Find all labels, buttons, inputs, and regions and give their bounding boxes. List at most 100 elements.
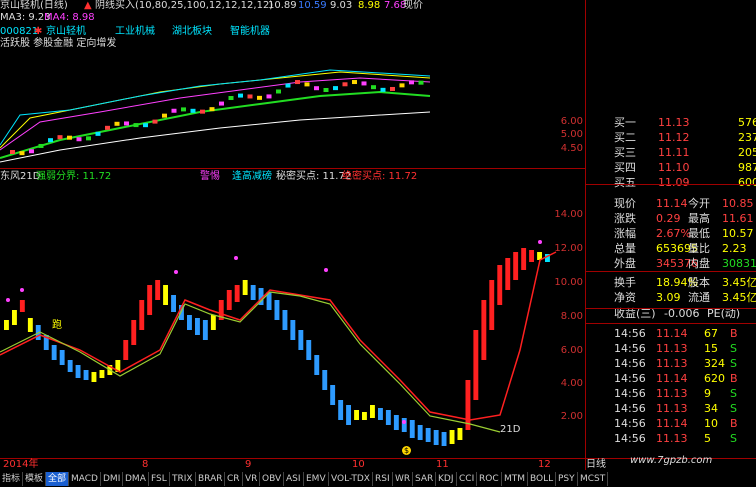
tab-vr[interactable]: VR <box>243 472 261 486</box>
tab-roc[interactable]: ROC <box>477 472 502 486</box>
tab-cci[interactable]: CCI <box>457 472 478 486</box>
tab-macd[interactable]: MACD <box>69 472 101 486</box>
upper-marker-31 <box>304 82 310 87</box>
indicator-bar-61 <box>489 280 495 330</box>
bid-row-1-price: 11.12 <box>658 131 690 144</box>
trade-row-0-side: B <box>730 327 738 340</box>
trade-row-5-price: 11.13 <box>656 402 688 415</box>
alert-dot-4 <box>324 268 328 272</box>
indicator-bar-7 <box>59 350 65 365</box>
watermark: www.7gpzb.com <box>630 455 713 466</box>
indicator-bar-24 <box>195 318 200 335</box>
stock-code[interactable]: 000821 <box>0 26 38 38</box>
bid-row-1-vol: 237 <box>738 131 756 144</box>
tab-指标[interactable]: 指标 <box>0 472 24 486</box>
axis-month-11: 11 <box>436 459 449 470</box>
indicator-bar-48 <box>385 410 391 425</box>
trade-row-6-vol: 10 <box>704 417 718 430</box>
tab-模板[interactable]: 模板 <box>23 472 47 486</box>
indicator-bar-42 <box>338 400 344 420</box>
indicator-bar-63 <box>505 258 511 290</box>
upper-marker-7 <box>76 137 82 142</box>
axis-month-12: 12 <box>538 459 551 470</box>
stock-tag-industry[interactable]: 工业机械 <box>115 26 155 38</box>
indicator-bar-62 <box>497 265 503 305</box>
upper-marker-2 <box>29 149 34 154</box>
trade-row-2-vol: 324 <box>704 357 725 370</box>
tab-wr[interactable]: WR <box>393 472 414 486</box>
indicator-bar-18 <box>147 285 153 315</box>
trade-row-3-vol: 620 <box>704 372 725 385</box>
tab-trix[interactable]: TRIX <box>170 472 196 486</box>
chart-canvas[interactable] <box>0 0 585 460</box>
moving-average-line-1 <box>0 90 431 159</box>
stat2-row-0-label: 换手 <box>614 276 636 289</box>
tab-emv[interactable]: EMV <box>304 472 329 486</box>
trade-row-4-side: S <box>730 387 737 400</box>
bid-row-0-price: 11.13 <box>658 116 690 129</box>
upper-marker-34 <box>333 86 338 91</box>
indicator-bar-3 <box>27 318 33 332</box>
stock-tag-name[interactable]: 京山轻机 <box>46 26 86 38</box>
indicator-bar-41 <box>330 385 336 405</box>
trade-row-1-vol: 15 <box>704 342 718 355</box>
tab-全部[interactable]: 全部 <box>46 472 70 486</box>
dollar-signal-icon: $ <box>402 446 411 455</box>
stock-tag-region[interactable]: 湖北板块 <box>172 26 212 38</box>
tab-brar[interactable]: BRAR <box>196 472 226 486</box>
upper-marker-3 <box>38 143 44 148</box>
axis-year: 2014年 <box>3 459 39 470</box>
tab-fsl[interactable]: FSL <box>149 472 170 486</box>
upper-marker-43 <box>418 80 424 85</box>
tab-sar[interactable]: SAR <box>413 472 437 486</box>
indicator-value-3: 9.03 <box>330 0 353 11</box>
upper-marker-16 <box>162 113 167 118</box>
indicator-bar-8 <box>67 360 73 372</box>
stat-row-1-value2: 11.61 <box>722 212 754 225</box>
upper-marker-35 <box>342 82 348 87</box>
indicator-bar-51 <box>409 420 415 438</box>
trade-row-4-time: 14:56 <box>614 387 646 400</box>
tab-boll[interactable]: BOLL <box>528 472 557 486</box>
tab-kdj[interactable]: KDJ <box>436 472 457 486</box>
upper-marker-13 <box>133 123 139 128</box>
trade-row-3-price: 11.14 <box>656 372 688 385</box>
upper-marker-0 <box>10 150 15 154</box>
tab-vol-tdx[interactable]: VOL-TDX <box>329 472 373 486</box>
trade-row-1-time: 14:56 <box>614 342 646 355</box>
period-label[interactable]: 日线 <box>586 459 606 471</box>
upper-tick-5: 5.00 <box>560 129 583 140</box>
tab-psy[interactable]: PSY <box>556 472 578 486</box>
tab-mcst[interactable]: MCST <box>578 472 609 486</box>
chase-label: 逢高减磅 <box>232 171 272 182</box>
tab-rsi[interactable]: RSI <box>373 472 393 486</box>
bid-row-1-label: 买二 <box>614 131 636 144</box>
upper-marker-38 <box>371 85 376 90</box>
trade-row-0-price: 11.14 <box>656 327 688 340</box>
indicator-bar-0 <box>4 320 9 330</box>
tab-cr[interactable]: CR <box>225 472 243 486</box>
indicator-bar-38 <box>306 340 312 360</box>
upper-marker-30 <box>295 80 300 85</box>
pe-label: PE(动) <box>707 307 741 320</box>
lower-tick-4: 4.00 <box>560 378 583 389</box>
stock-tag-concept[interactable]: 智能机器 <box>230 26 270 38</box>
upper-marker-23 <box>228 96 234 101</box>
indicator-bar-45 <box>362 412 367 420</box>
stat-row-0-value2: 10.85 <box>722 197 754 210</box>
trade-row-1-price: 11.13 <box>656 342 688 355</box>
tab-obv[interactable]: OBV <box>260 472 285 486</box>
tab-mtm[interactable]: MTM <box>502 472 529 486</box>
trade-row-2-side: S <box>730 357 737 370</box>
bid-row-3-price: 11.10 <box>658 161 690 174</box>
tab-asi[interactable]: ASI <box>284 472 304 486</box>
indicator-bar-19 <box>155 280 161 300</box>
indicator-bar-15 <box>123 340 129 360</box>
upper-marker-40 <box>390 86 395 91</box>
trade-row-6-side: B <box>730 417 738 430</box>
indicator-bar-44 <box>354 410 359 420</box>
trade-row-3-side: B <box>730 372 738 385</box>
tab-dmi[interactable]: DMI <box>101 472 124 486</box>
indicator-bar-26 <box>210 315 216 330</box>
tab-dma[interactable]: DMA <box>123 472 149 486</box>
